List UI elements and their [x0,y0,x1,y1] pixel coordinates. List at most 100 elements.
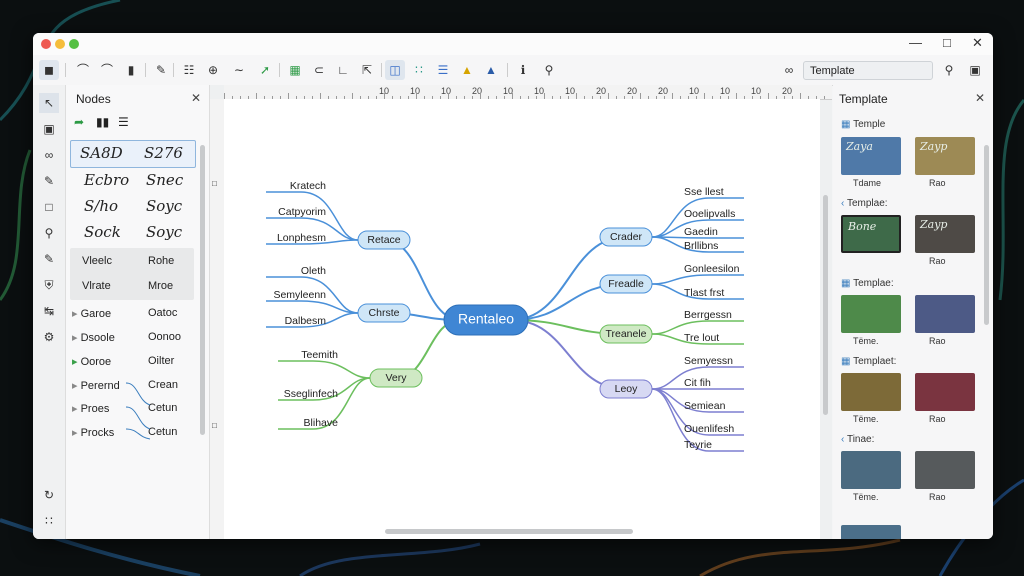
search-icon[interactable]: ⚲ [939,60,959,80]
leaf-node-label[interactable]: Blihave [304,417,339,429]
info-icon[interactable]: ℹ [513,60,533,80]
paint-icon[interactable]: ▲ [457,60,477,80]
template-thumbnail[interactable] [915,373,975,411]
delete-icon[interactable]: ▮ [121,60,141,80]
pointer-icon[interactable]: ↖ [39,93,59,113]
magic-icon[interactable]: ∞ [779,60,799,80]
close-icon[interactable]: ✕ [191,91,201,105]
list-icon[interactable]: ☰ [433,60,453,80]
leaf-node-label[interactable]: Sseglinfech [284,388,338,400]
template-search-input[interactable]: Template [803,61,933,80]
maximize-icon[interactable]: □ [943,35,951,50]
search-tool-icon[interactable]: ⚲ [39,223,59,243]
sign-icon[interactable]: ↹ [39,301,59,321]
apps-icon[interactable]: ∷ [39,511,59,531]
branch-node-label[interactable]: Retace [367,234,400,246]
leaf-node-label[interactable]: Berrgessn [684,309,732,321]
refresh-icon[interactable]: ↻ [39,485,59,505]
leaf-node-label[interactable]: Kratech [290,180,326,192]
template-thumbnail[interactable] [841,373,901,411]
zoom-dot[interactable] [69,39,79,49]
branch-node-label[interactable]: Chrste [369,307,400,319]
central-node-label[interactable]: Rentaleo [458,311,514,327]
leaf-node-label[interactable]: Gaedin [684,226,718,238]
shapes-icon[interactable]: ▲ [481,60,501,80]
branch-node-label[interactable]: Crader [610,231,643,243]
list-item[interactable]: ▸ Procks [72,426,114,439]
branch-node-label[interactable]: Very [385,372,407,384]
leaf-node-label[interactable]: Ouenlifesh [684,423,734,435]
canvas-hscrollbar[interactable] [385,529,633,534]
arc-tool-icon[interactable]: ⌒ [97,60,117,80]
canvas-vscrollbar[interactable] [823,195,828,415]
list-item[interactable]: ▸ Garoe [72,307,111,320]
template-thumbnail[interactable] [915,295,975,333]
leaf-node-label[interactable]: Ooelipvalls [684,208,735,220]
font-sample[interactable]: SA8D [80,144,123,162]
leaf-node-label[interactable]: Oleth [301,265,326,277]
leaf-node-label[interactable]: Teyrie [684,439,712,451]
font-sample[interactable]: Soyc [146,223,182,241]
close-icon[interactable]: ✕ [972,35,983,51]
lasso-icon[interactable]: ∞ [39,145,59,165]
font-sample[interactable]: S276 [144,144,183,162]
list-item[interactable]: ▸ Ooroe [72,355,111,368]
font-sample[interactable]: S/ho [84,197,118,215]
template-thumbnail[interactable] [841,451,901,489]
swatch-label[interactable]: Mroe [148,280,173,292]
select-tool-icon[interactable]: ◼ [39,60,59,80]
leaf-node-label[interactable]: Brllibns [684,240,718,252]
template-thumbnail[interactable]: Bone [841,215,901,253]
branch-node-label[interactable]: Treanele [605,328,646,340]
node-icon[interactable]: ▣ [39,119,59,139]
shield-icon[interactable]: ⛨ [39,275,59,295]
arrow-icon[interactable]: ➚ [255,60,275,80]
chart-icon[interactable]: ⊂ [309,60,329,80]
settings-icon[interactable]: ⚙ [39,327,59,347]
leaf-node-label[interactable]: Gonleesilon [684,263,740,275]
template-thumbnail[interactable] [841,295,901,333]
close-icon[interactable]: ✕ [975,91,985,105]
leaf-node-label[interactable]: Teemith [301,349,338,361]
branch-node-label[interactable]: Leoy [615,383,639,395]
template-thumbnail[interactable]: Zayp [915,137,975,175]
curve-tool-icon[interactable]: ⌒ [73,60,93,80]
template-scrollbar[interactable] [984,145,989,325]
export-icon[interactable]: ▣ [965,60,985,80]
swatch-label[interactable]: Rohe [148,255,174,267]
template-section-header[interactable]: ‹ Templae: [841,198,888,209]
list-item[interactable]: ▸ Perernd [72,379,120,392]
columns-icon[interactable]: ◫ [385,60,405,80]
leaf-node-label[interactable]: Cit fih [684,377,711,389]
target-icon[interactable]: ⊕ [203,60,223,80]
brush-icon[interactable]: ✎ [39,249,59,269]
connector-icon[interactable]: ⇱ [357,60,377,80]
font-sample[interactable]: Sock [84,223,121,241]
tree-view-icon[interactable]: ➦ [74,115,84,129]
list-item[interactable]: ▸ Dsoole [72,331,115,344]
close-dot[interactable] [41,39,51,49]
branch-node-label[interactable]: Freadle [608,278,644,290]
tree-icon[interactable]: ∷ [409,60,429,80]
template-section-header[interactable]: ▦ Templaet: [841,356,896,367]
template-section-header[interactable]: ▦ Templae: [841,278,894,289]
template-thumbnail[interactable] [915,451,975,489]
zoom-icon[interactable]: ⚲ [539,60,559,80]
bar-view-icon[interactable]: ▮▮ [96,115,109,129]
leaf-node-label[interactable]: Sse llest [684,186,724,198]
template-thumbnail[interactable]: Zayp [915,215,975,253]
nodes-scrollbar[interactable] [200,145,205,435]
swatch-label[interactable]: Vlrate [82,280,111,292]
template-section-header[interactable]: ‹ Tinae: [841,434,874,445]
swatch-label[interactable]: Vleelc [82,255,112,267]
list-item[interactable]: ▸ Proes [72,402,109,415]
leaf-node-label[interactable]: Tlast frst [684,287,724,299]
layout-icon[interactable]: ☷ [179,60,199,80]
grid-icon[interactable]: ▦ [285,60,305,80]
wave-icon[interactable]: ∼ [229,60,249,80]
leaf-node-label[interactable]: Dalbesm [285,315,327,327]
list-view-icon[interactable]: ☰ [118,115,129,129]
pen-icon[interactable]: ✎ [151,60,171,80]
template-section-header[interactable]: ▦ Temple [841,119,885,130]
font-sample[interactable]: Soyc [146,197,182,215]
